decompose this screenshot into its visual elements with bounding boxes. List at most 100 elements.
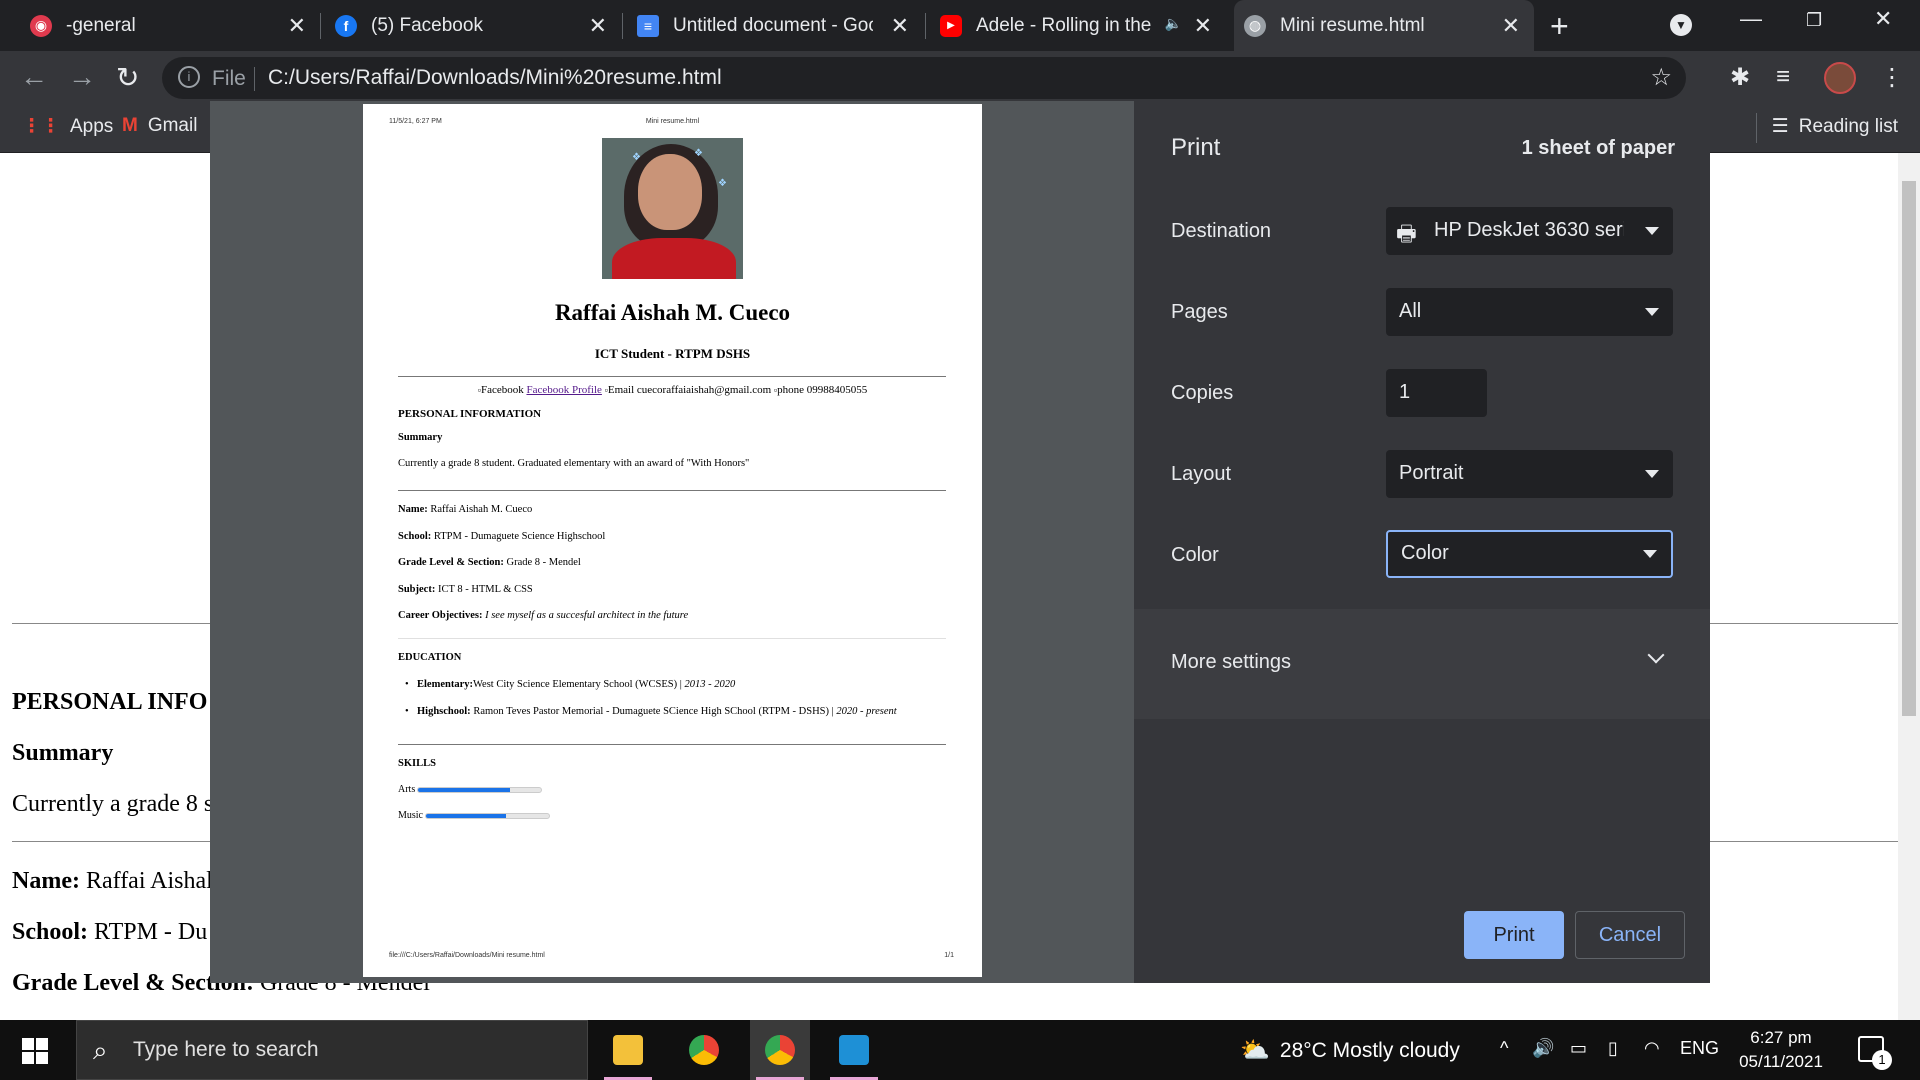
close-icon[interactable]: ✕	[1502, 13, 1520, 39]
school-field: School: RTPM - Du	[12, 919, 208, 945]
dropdown-caret-icon	[1645, 308, 1659, 316]
skills-heading: SKILLS	[398, 758, 436, 769]
reading-list-button[interactable]: ☰ Reading list	[1772, 115, 1898, 138]
sheet-count: 1 sheet of paper	[1521, 137, 1675, 159]
profile-avatar[interactable]	[1824, 62, 1856, 94]
photos-app[interactable]	[824, 1020, 884, 1080]
restore-icon[interactable]: ❐	[1806, 10, 1822, 31]
language-indicator[interactable]: ENG	[1680, 1038, 1719, 1059]
menu-icon[interactable]: ⋮	[1880, 63, 1904, 92]
divider	[398, 744, 946, 745]
print-title: Print	[1171, 134, 1221, 161]
page-scrollbar[interactable]	[1898, 153, 1920, 1020]
reading-list-icon: ☰	[1771, 116, 1789, 137]
taskbar-clock[interactable]: 6:27 pm 05/11/2021	[1726, 1026, 1836, 1074]
personal-info-heading: PERSONAL INFORMATION	[398, 408, 542, 420]
scrollbar-thumb[interactable]	[1902, 181, 1916, 716]
photos-icon	[839, 1035, 869, 1065]
facebook-profile-link[interactable]: Facebook Profile	[526, 384, 601, 396]
media-controls-icon[interactable]: ≡	[1776, 63, 1790, 91]
extensions-icon[interactable]: ✱	[1730, 63, 1750, 92]
chrome-profile-app[interactable]	[750, 1020, 810, 1080]
tab-discord[interactable]: ◉ -general ✕	[20, 0, 320, 51]
tab-title: Adele - Rolling in the	[976, 14, 1152, 36]
partly-cloudy-icon: ⛅	[1240, 1037, 1270, 1064]
print-settings-panel: Print 1 sheet of paper Destination 🖶 HP …	[1134, 101, 1710, 983]
dropdown-caret-icon	[1645, 227, 1659, 235]
google-docs-icon: ≡	[637, 14, 659, 37]
skill-label: Arts	[398, 784, 416, 795]
bookmark-apps[interactable]: ⋮⋮ Apps	[22, 115, 113, 138]
phone-text: 09988405055	[806, 384, 868, 396]
education-heading: EDUCATION	[398, 652, 462, 663]
education-item: Elementary:West City Science Elementary …	[405, 678, 937, 691]
skill-progress-bar	[417, 786, 543, 793]
grade-field: Grade Level & Section: Grade 8 - Mendel	[398, 557, 581, 568]
copies-input[interactable]: 1	[1386, 369, 1487, 417]
layout-value: Portrait	[1399, 462, 1464, 484]
address-bar[interactable]: i File C:/Users/Raffai/Downloads/Mini%20…	[162, 57, 1686, 99]
reload-icon[interactable]: ↻	[116, 61, 139, 94]
info-icon[interactable]: i	[178, 66, 200, 88]
printer-icon: 🖶	[1396, 221, 1417, 246]
device-icon[interactable]: ▯	[1608, 1038, 1618, 1059]
chrome-app[interactable]	[674, 1020, 734, 1080]
education-item: Highschool: Ramon Teves Pastor Memorial …	[405, 705, 937, 718]
url-separator	[254, 67, 255, 91]
preview-header-title: Mini resume.html	[645, 118, 700, 125]
tab-strip: ◉ -general ✕ f (5) Facebook ✕ ≡ Untitled…	[0, 0, 1920, 51]
battery-icon[interactable]: ▭	[1570, 1038, 1587, 1059]
new-tab-icon[interactable]: +	[1550, 8, 1569, 45]
tab-mini-resume[interactable]: ◍ Mini resume.html ✕	[1234, 0, 1534, 51]
chevron-up-icon[interactable]: ^	[1500, 1038, 1508, 1059]
skill-progress-bar	[425, 812, 550, 819]
taskbar-search-box[interactable]: ⌕ Type here to search	[76, 1020, 588, 1080]
print-button[interactable]: Print	[1464, 911, 1564, 959]
copies-label: Copies	[1171, 382, 1234, 404]
gmail-icon: M	[122, 115, 138, 136]
bookmark-label: Apps	[70, 115, 114, 137]
tab-google-docs[interactable]: ≡ Untitled document - Goog ✕	[627, 0, 923, 51]
layout-select[interactable]: Portrait	[1386, 450, 1673, 498]
wifi-icon[interactable]: ◠	[1644, 1038, 1660, 1059]
minimize-icon[interactable]: —	[1740, 6, 1762, 32]
close-icon[interactable]: ✕	[288, 13, 306, 39]
url-text[interactable]: C:/Users/Raffai/Downloads/Mini%20resume.…	[268, 66, 722, 90]
tab-search-icon[interactable]: ▼	[1670, 14, 1692, 36]
bookmark-gmail[interactable]: M Gmail	[122, 115, 197, 137]
tab-youtube[interactable]: ▶ Adele - Rolling in the 🔈 ✕	[930, 0, 1226, 51]
destination-label: Destination	[1171, 220, 1272, 242]
divider	[398, 490, 946, 491]
file-explorer-app[interactable]	[598, 1020, 658, 1080]
color-value: Color	[1401, 542, 1449, 564]
volume-icon[interactable]: 🔊	[1532, 1038, 1554, 1059]
preview-footer-page: 1/1	[944, 952, 954, 959]
facebook-icon: f	[335, 14, 357, 37]
forward-icon[interactable]: →	[68, 61, 96, 93]
summary-heading: Summary	[398, 432, 443, 443]
bookmark-star-icon[interactable]: ☆	[1650, 63, 1672, 92]
dropdown-caret-icon	[1643, 550, 1657, 558]
print-preview-page: 11/5/21, 6:27 PM Mini resume.html ❖ ❖ ❖ …	[363, 104, 982, 977]
close-icon[interactable]: ✕	[589, 13, 607, 39]
tab-facebook[interactable]: f (5) Facebook ✕	[325, 0, 621, 51]
audio-playing-icon[interactable]: 🔈	[1165, 15, 1182, 32]
windows-start-icon[interactable]	[22, 1038, 48, 1064]
reading-list-label: Reading list	[1798, 115, 1898, 137]
destination-select[interactable]: 🖶 HP DeskJet 3630 series	[1386, 207, 1673, 255]
window-close-icon[interactable]: ✕	[1874, 6, 1892, 32]
color-select[interactable]: Color	[1386, 530, 1673, 578]
back-icon[interactable]: ←	[20, 61, 48, 93]
dropdown-caret-icon	[1645, 470, 1659, 478]
close-icon[interactable]: ✕	[891, 13, 909, 39]
personal-info-heading: PERSONAL INFO	[12, 689, 208, 715]
layout-label: Layout	[1171, 463, 1232, 485]
clock-time: 6:27 pm	[1750, 1028, 1812, 1047]
resume-name: Raffai Aishah M. Cueco	[554, 300, 791, 325]
cancel-button[interactable]: Cancel	[1575, 911, 1685, 959]
notification-center-icon[interactable]: 1	[1858, 1036, 1892, 1070]
close-icon[interactable]: ✕	[1194, 13, 1212, 39]
pages-select[interactable]: All	[1386, 288, 1673, 336]
more-settings-toggle[interactable]: More settings	[1134, 609, 1710, 719]
weather-widget[interactable]: ⛅ 28°C Mostly cloudy	[1240, 1036, 1460, 1065]
